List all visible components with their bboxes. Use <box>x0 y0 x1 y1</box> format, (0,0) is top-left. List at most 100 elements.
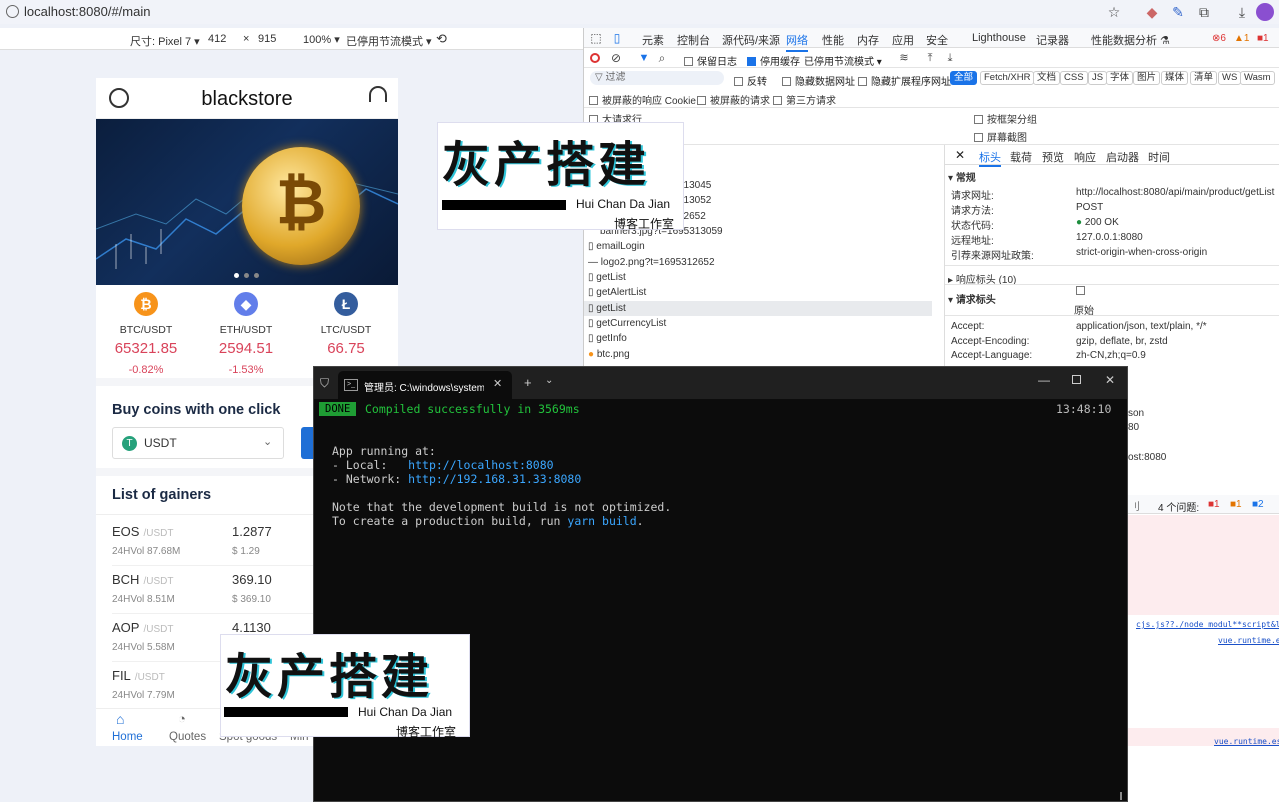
tab-initiator[interactable]: 启动器 <box>1106 149 1139 165</box>
headset-icon[interactable] <box>369 86 387 102</box>
request-row[interactable]: ▯ getAlertList <box>588 287 646 298</box>
profile-avatar[interactable] <box>1256 3 1274 21</box>
close-window-icon[interactable]: ✕ <box>1105 373 1115 387</box>
scrollbar-thumb[interactable] <box>1120 792 1122 800</box>
banner-carousel[interactable]: ₿ <box>96 119 398 285</box>
search-icon[interactable]: ⌕ <box>654 50 670 66</box>
filter-input[interactable]: ▽ 过滤 <box>590 71 724 85</box>
close-icon[interactable]: ✕ <box>955 148 965 162</box>
general-section[interactable]: ▾ 常规 <box>948 169 976 184</box>
extensions-icon[interactable]: ⧉ <box>1196 4 1212 20</box>
nav-quotes[interactable]: Quotes <box>169 731 206 743</box>
tab-recorder[interactable]: 记录器 <box>1036 32 1069 48</box>
tab-timing[interactable]: 时间 <box>1148 149 1170 165</box>
type-manifest[interactable]: 清单 <box>1190 71 1218 85</box>
carousel-dot-active[interactable] <box>234 273 239 278</box>
ticker-ltc[interactable]: Ł LTC/USDT 66.75 <box>296 292 396 357</box>
tab-headers[interactable]: 标头 <box>979 149 1001 167</box>
type-all[interactable]: 全部 <box>950 71 978 85</box>
home-icon[interactable]: ⌂ <box>116 711 124 727</box>
new-tab-icon[interactable]: + <box>524 375 532 390</box>
screenshots[interactable]: 屏幕截图 <box>974 129 1027 144</box>
download-icon[interactable]: ⤓ <box>1234 4 1250 20</box>
tab-performance[interactable]: 性能 <box>822 32 844 48</box>
type-wasm[interactable]: Wasm <box>1240 71 1275 85</box>
request-row[interactable]: — logo2.png?t=1695312652 <box>588 257 715 268</box>
network-url[interactable]: http://192.168.31.33:8080 <box>408 472 581 486</box>
raw-toggle[interactable] <box>1076 286 1089 297</box>
group-by-frame[interactable]: 按框架分组 <box>974 111 1037 126</box>
device-width[interactable]: 412 <box>208 33 226 45</box>
rotate-icon[interactable]: ⟲ <box>436 31 447 47</box>
ticker-eth[interactable]: ◆ ETH/USDT 2594.51 -1.53% <box>196 292 296 376</box>
coin-select[interactable]: T USDT ⌄ <box>112 427 284 459</box>
tab-memory[interactable]: 内存 <box>857 32 879 48</box>
error-count[interactable]: ⊗6 <box>1212 33 1226 44</box>
warning-count[interactable]: ▲1 <box>1234 33 1249 44</box>
ticker-btc[interactable]: ₿ BTC/USDT 65321.85 -0.82% <box>96 292 196 376</box>
request-headers-section[interactable]: ▾ 请求标头 <box>948 291 996 306</box>
close-tab-icon[interactable]: ✕ <box>493 377 502 390</box>
hide-data-urls[interactable]: 隐藏数据网址 <box>782 73 855 88</box>
terminal-tab[interactable]: >_ 管理员: C:\windows\system3: ✕ <box>338 371 512 399</box>
console-link[interactable]: vue.runtime.es <box>1218 636 1279 645</box>
device-height[interactable]: 915 <box>258 33 276 45</box>
inspect-icon[interactable]: ⬚ <box>588 30 604 46</box>
type-img[interactable]: 图片 <box>1133 71 1161 85</box>
disable-cache[interactable]: 停用缓存 <box>747 53 800 68</box>
type-js[interactable]: JS <box>1088 71 1108 85</box>
tab-application[interactable]: 应用 <box>892 32 914 48</box>
maximize-icon[interactable] <box>1072 375 1081 384</box>
tab-console[interactable]: 控制台 <box>677 32 710 48</box>
site-info-icon[interactable] <box>6 5 19 18</box>
tab-response[interactable]: 响应 <box>1074 149 1096 165</box>
throttle-select[interactable]: 已停用节流模式 ▾ <box>346 33 432 49</box>
tab-perf-insights[interactable]: 性能数据分析 ⚗ <box>1091 32 1170 48</box>
type-fetch[interactable]: Fetch/XHR <box>980 71 1035 85</box>
issue-warn-count[interactable]: ■1 <box>1230 499 1242 510</box>
quotes-icon[interactable]: ◔ <box>178 711 186 726</box>
record-icon[interactable] <box>590 53 600 63</box>
device-toggle-icon[interactable]: ▯ <box>609 30 625 46</box>
tab-lighthouse[interactable]: Lighthouse <box>972 32 1026 44</box>
local-url[interactable]: http://localhost:8080 <box>408 458 553 472</box>
zoom-select[interactable]: 100% ▾ <box>303 33 340 46</box>
blocked-requests[interactable]: 被屏蔽的请求 <box>697 92 770 107</box>
download-har-icon[interactable]: ⤓ <box>942 50 958 66</box>
blocked-cookies[interactable]: 被屏蔽的响应 Cookie <box>589 92 696 107</box>
type-ws[interactable]: WS <box>1218 71 1242 85</box>
type-media[interactable]: 媒体 <box>1161 71 1189 85</box>
tab-security[interactable]: 安全 <box>926 32 948 48</box>
url-text[interactable]: localhost:8080/#/main <box>24 4 150 19</box>
wifi-icon[interactable]: ≋ <box>896 50 912 66</box>
carousel-dot[interactable] <box>244 273 249 278</box>
tab-elements[interactable]: 元素 <box>642 32 664 48</box>
nav-home[interactable]: Home <box>112 731 143 743</box>
preserve-log[interactable]: 保留日志 <box>684 53 737 68</box>
issue-count[interactable]: ■1 <box>1257 33 1269 44</box>
type-css[interactable]: CSS <box>1060 71 1088 85</box>
tab-payload[interactable]: 载荷 <box>1010 149 1032 165</box>
type-doc[interactable]: 文档 <box>1033 71 1061 85</box>
request-row-selected[interactable]: ▯ getList <box>588 303 626 314</box>
dropdown-icon[interactable]: ⌄ <box>545 375 553 386</box>
address-bar[interactable]: localhost:8080/#/main ☆ ◆ ✎ ⧉ ⤓ <box>0 0 1279 24</box>
hide-ext-urls[interactable]: 隐藏扩展程序网址 <box>858 73 951 88</box>
network-throttle[interactable]: 已停用节流模式 ▾ <box>804 53 882 68</box>
invert-checkbox[interactable]: 反转 <box>734 73 767 88</box>
type-font[interactable]: 字体 <box>1106 71 1134 85</box>
clear-icon[interactable]: ⊘ <box>608 50 624 66</box>
star-icon[interactable]: ☆ <box>1106 4 1122 20</box>
extension-fox-icon[interactable]: ◆ <box>1144 4 1160 20</box>
upload-icon[interactable]: ⤒ <box>922 50 938 66</box>
issue-info-count[interactable]: ■2 <box>1252 499 1264 510</box>
issue-error-count[interactable]: ■1 <box>1208 499 1220 510</box>
filter-icon[interactable]: ▼ <box>636 50 652 66</box>
issues-label[interactable]: 4 个问题: <box>1158 499 1199 514</box>
carousel-dot[interactable] <box>254 273 259 278</box>
request-row[interactable]: ▯ getCurrencyList <box>588 318 666 329</box>
request-row[interactable]: ● btc.png <box>588 349 630 360</box>
request-row[interactable]: ▯ emailLogin <box>588 241 645 252</box>
device-select[interactable]: 尺寸: Pixel 7 ▾ <box>130 33 200 49</box>
request-row[interactable]: ▯ getInfo <box>588 333 627 344</box>
